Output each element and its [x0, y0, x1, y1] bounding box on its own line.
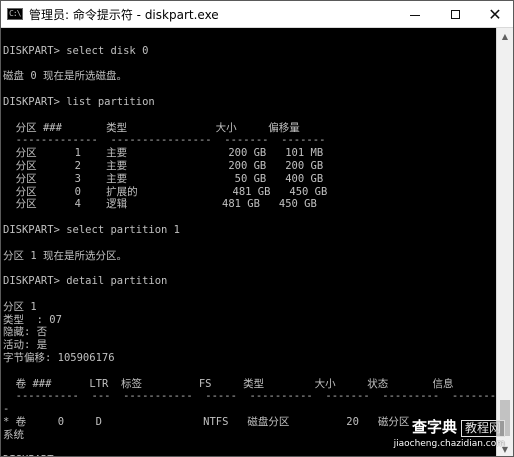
maximize-button[interactable] — [435, 1, 475, 28]
console-line: ------------- ---------------- ------- -… — [3, 134, 326, 147]
vertical-scrollbar[interactable]: ▲ ▼ — [496, 28, 513, 456]
icon-label: C:\ — [9, 9, 21, 18]
watermark-tag: 教程网 — [460, 420, 505, 437]
console-line: 隐藏: 否 — [3, 326, 48, 339]
console-line: 字节偏移: 105906176 — [3, 351, 115, 364]
console-line: 分区 1 — [3, 300, 37, 313]
watermark-brand-text: 查字典 — [411, 418, 457, 436]
console-line: DISKPART> list partition — [3, 95, 155, 108]
title-bar[interactable]: C:\ 管理员: 命令提示符 - diskpart.exe ✕ — [1, 1, 513, 28]
console-line: 分区 4 逻辑 481 GB 450 GB — [3, 198, 317, 211]
close-button[interactable]: ✕ — [475, 1, 513, 28]
console-line: - — [3, 403, 10, 416]
command-prompt-icon[interactable]: C:\ — [7, 8, 23, 20]
console-line: 活动: 是 — [3, 339, 48, 352]
minimize-icon — [410, 15, 420, 16]
console-line: DISKPART> select disk 0 — [3, 44, 149, 57]
close-icon: ✕ — [488, 5, 502, 24]
minimize-button[interactable] — [395, 1, 435, 28]
cmd-window: C:\ 管理员: 命令提示符 - diskpart.exe ✕ DISKPART… — [0, 0, 514, 457]
window-title: 管理员: 命令提示符 - diskpart.exe — [29, 7, 219, 22]
console-line: 磁盘 0 现在是所选磁盘。 — [3, 70, 127, 83]
console-area[interactable]: DISKPART> select disk 0 磁盘 0 现在是所选磁盘。 DISK… — [1, 28, 498, 456]
watermark-url: jiaocheng.chazidian.com — [393, 439, 505, 449]
console-line: 分区 1 主要 200 GB 101 MB — [3, 147, 324, 160]
window-controls: ✕ — [395, 1, 513, 28]
console-line: 分区 ### 类型 大小 偏移量 — [3, 121, 300, 134]
scroll-up-button[interactable]: ▲ — [497, 28, 513, 45]
console-line: ---------- --- ----------- ----- -------… — [3, 390, 498, 403]
console-line: 分区 3 主要 50 GB 400 GB — [3, 172, 324, 185]
watermark-brand: 查字典 教程网 — [412, 416, 505, 437]
watermark: 查字典 教程网 jiaocheng.chazidian.com — [365, 416, 505, 452]
console-output: DISKPART> select disk 0 磁盘 0 现在是所选磁盘。 DISK… — [3, 32, 498, 456]
console-line: DISKPART> select partition 1 — [3, 223, 181, 236]
console-line: 分区 2 主要 200 GB 200 GB — [3, 159, 324, 172]
console-line: 卷 ### LTR 标签 FS 类型 大小 状态 信息 — [3, 377, 454, 390]
console-line: 分区 1 现在是所选分区。 — [3, 249, 127, 262]
maximize-icon — [450, 10, 460, 19]
console-line: 类型 : 07 — [3, 313, 62, 326]
console-line: DISKPART> detail partition — [3, 275, 168, 288]
chevron-up-icon: ▲ — [501, 32, 509, 41]
console-line: 分区 0 扩展的 481 GB 450 GB — [3, 185, 328, 198]
